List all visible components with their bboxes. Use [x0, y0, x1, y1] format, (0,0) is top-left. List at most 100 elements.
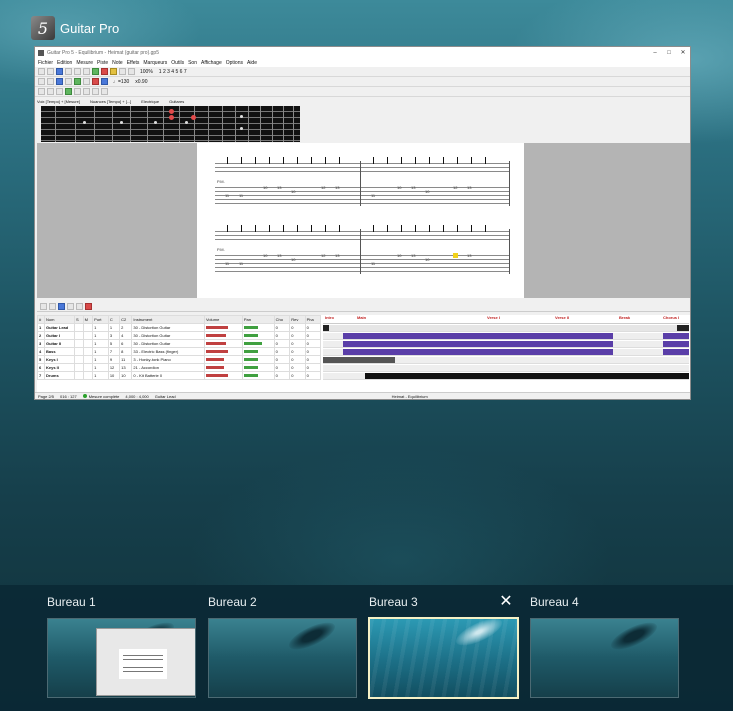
- remove-track-icon[interactable]: [49, 302, 56, 310]
- volume-slider[interactable]: [203, 331, 243, 340]
- note-icon[interactable]: [38, 78, 45, 85]
- slide-icon[interactable]: [47, 88, 54, 95]
- menu-item[interactable]: Piste: [97, 60, 108, 66]
- mute-toggle[interactable]: [82, 347, 94, 356]
- new-file-icon[interactable]: [38, 68, 45, 75]
- menu-item[interactable]: Aide: [247, 60, 257, 66]
- stop-icon[interactable]: [83, 78, 90, 85]
- section-marker[interactable]: Verse II: [555, 315, 569, 320]
- track-name[interactable]: Drums: [44, 371, 75, 380]
- rest-icon[interactable]: [47, 78, 54, 85]
- track-name[interactable]: Guitar Lead: [44, 323, 75, 332]
- menu-item[interactable]: Effets: [127, 60, 140, 66]
- tremolo-icon[interactable]: [92, 88, 99, 95]
- timeline-row[interactable]: [323, 356, 689, 364]
- instrument-name[interactable]: 0 - Kit Batterie 0: [131, 371, 205, 380]
- check-icon[interactable]: [92, 68, 99, 75]
- pan-slider[interactable]: [241, 331, 275, 340]
- track-row[interactable]: 5 Keys I 1 9 11 3 - Honky-tonk Piano 0 0…: [37, 355, 322, 364]
- desktop-thumbnail[interactable]: [530, 618, 679, 698]
- maximize-icon[interactable]: □: [662, 50, 676, 56]
- track-row[interactable]: 3 Guitar II 1 5 6 30 - Distortion Guitar…: [37, 339, 322, 348]
- speed-display[interactable]: x0.90: [135, 79, 147, 85]
- close-icon[interactable]: ✕: [676, 49, 690, 56]
- pan-slider[interactable]: [241, 323, 275, 332]
- pan-slider[interactable]: [241, 347, 275, 356]
- add-track-icon[interactable]: [40, 302, 47, 310]
- timeline-row[interactable]: [323, 340, 689, 348]
- menu-item[interactable]: Son: [188, 60, 197, 66]
- track-row[interactable]: 1 Guitar Lead 1 1 2 30 - Distortion Guit…: [37, 323, 322, 332]
- menu-item[interactable]: Options: [226, 60, 243, 66]
- open-file-icon[interactable]: [47, 68, 54, 75]
- mute-toggle[interactable]: [82, 355, 94, 364]
- solo-toggle[interactable]: [74, 331, 84, 340]
- dynamics-icon[interactable]: [101, 88, 108, 95]
- undo-icon[interactable]: [119, 68, 126, 75]
- tempo-display[interactable]: ♩=130: [113, 79, 129, 85]
- instrument-name[interactable]: 30 - Distortion Guitar: [131, 339, 205, 348]
- solo-toggle[interactable]: [74, 347, 84, 356]
- mute-toggle[interactable]: [82, 371, 94, 380]
- timeline-row[interactable]: [323, 324, 689, 332]
- track-row[interactable]: 4 Bass 1 7 8 33 - Electric Bass (finger)…: [37, 347, 322, 356]
- play-icon[interactable]: [74, 78, 81, 85]
- app-header[interactable]: 5 Guitar Pro: [31, 15, 119, 41]
- desktop-thumbnail-active[interactable]: [368, 617, 519, 699]
- timeline-row[interactable]: [323, 372, 689, 380]
- pan-slider[interactable]: [241, 339, 275, 348]
- timeline-row[interactable]: [323, 348, 689, 356]
- volume-slider[interactable]: [203, 363, 243, 372]
- redo-icon[interactable]: [128, 68, 135, 75]
- menu-item[interactable]: Affichage: [201, 60, 222, 66]
- volume-slider[interactable]: [203, 347, 243, 356]
- menu-item[interactable]: Note: [112, 60, 123, 66]
- solo-toggle[interactable]: [74, 355, 84, 364]
- track-properties-icon[interactable]: [58, 302, 65, 310]
- hammer-icon[interactable]: [56, 88, 63, 95]
- dynamics-select[interactable]: Nuances [Tempo] + [...]: [90, 99, 131, 104]
- delete-icon[interactable]: [101, 68, 108, 75]
- move-up-icon[interactable]: [67, 302, 74, 310]
- track-row[interactable]: 2 Guitar I 1 3 4 30 - Distortion Guitar …: [37, 331, 322, 340]
- menu-item[interactable]: Mesure: [76, 60, 93, 66]
- instrument-name[interactable]: 30 - Distortion Guitar: [131, 323, 205, 332]
- mute-toggle[interactable]: [82, 331, 94, 340]
- page-navigation[interactable]: 1 2 3 4 5 6 7: [159, 69, 187, 75]
- edit-cursor[interactable]: [453, 253, 458, 258]
- pan-slider[interactable]: [241, 355, 275, 364]
- triplet-icon[interactable]: [56, 78, 63, 85]
- solo-toggle[interactable]: [74, 363, 84, 372]
- pan-slider[interactable]: [241, 363, 275, 372]
- minimize-icon[interactable]: –: [648, 50, 662, 56]
- loop-icon[interactable]: [101, 78, 108, 85]
- copy-icon[interactable]: [83, 68, 90, 75]
- move-down-icon[interactable]: [76, 302, 83, 310]
- zoom-select[interactable]: 100%: [140, 69, 153, 75]
- timeline-row[interactable]: [323, 332, 689, 340]
- timeline-row[interactable]: [323, 364, 689, 372]
- instrument-name[interactable]: 3 - Honky-tonk Piano: [131, 355, 205, 364]
- track-name[interactable]: Guitar I: [44, 331, 75, 340]
- fretboard[interactable]: [41, 106, 300, 142]
- metronome-icon[interactable]: [110, 68, 117, 75]
- dot-icon[interactable]: [65, 78, 72, 85]
- mute-toggle[interactable]: [82, 323, 94, 332]
- section-marker[interactable]: Break: [619, 315, 630, 320]
- volume-slider[interactable]: [203, 323, 243, 332]
- harmonic-icon[interactable]: [83, 88, 90, 95]
- mute-toggle[interactable]: [82, 363, 94, 372]
- instrument-type[interactable]: Electrique: [141, 99, 159, 104]
- menu-item[interactable]: Fichier: [38, 60, 53, 66]
- instrument-name[interactable]: 30 - Distortion Guitar: [131, 331, 205, 340]
- pan-slider[interactable]: [241, 371, 275, 380]
- track-row[interactable]: 7 Drums 1 10 10 0 - Kit Batterie 0 0 0 0: [37, 371, 322, 380]
- close-icon[interactable]: ✕: [498, 593, 514, 609]
- song-timeline[interactable]: Intro Main Verse I Verse II Break Chorus…: [323, 315, 689, 393]
- desktop-thumbnail[interactable]: [208, 618, 357, 698]
- volume-slider[interactable]: [203, 371, 243, 380]
- instrument-name[interactable]: 21 - Accordion: [131, 363, 205, 372]
- record-icon[interactable]: [92, 78, 99, 85]
- track-name[interactable]: Bass: [44, 347, 75, 356]
- guitar-pro-window-preview[interactable]: Guitar Pro 5 - Equilibrium - Heimat (gui…: [34, 46, 691, 400]
